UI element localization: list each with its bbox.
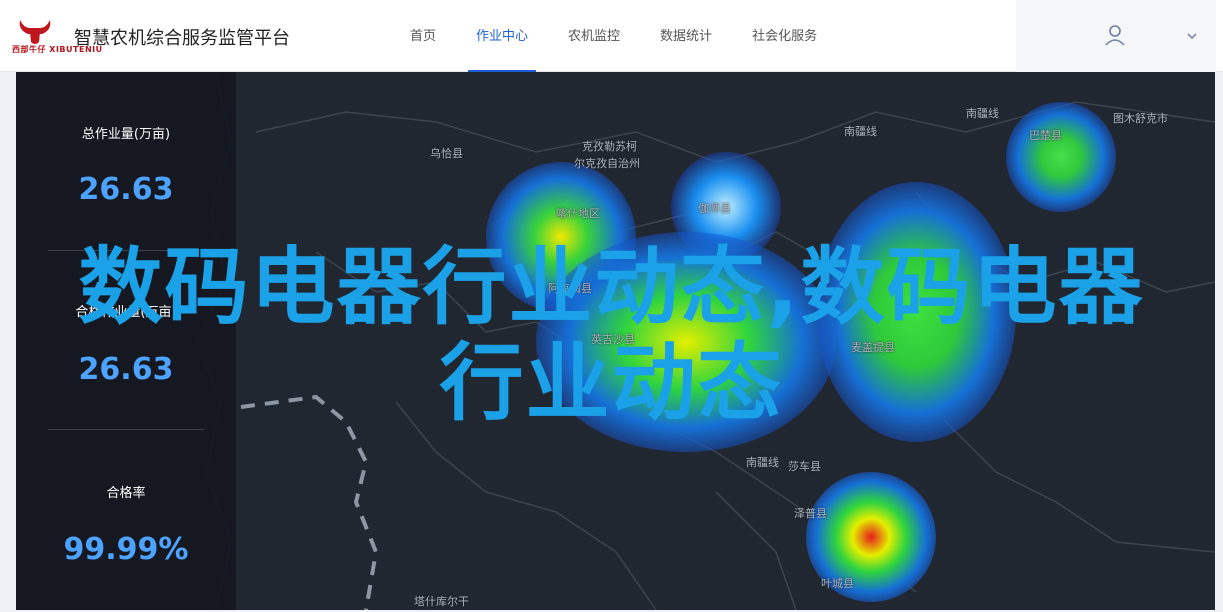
- total-work-value: 26.63: [78, 172, 174, 207]
- map-label-shache: 莎车县: [788, 460, 821, 473]
- pass-rate-value: 99.99%: [63, 532, 189, 567]
- map-label-tumushuke: 图木舒克市: [1113, 112, 1168, 125]
- map-label-bachu: 巴楚县: [1029, 129, 1062, 142]
- map-label-kezhou2: 尔克孜自治州: [574, 157, 640, 170]
- nav-machinery-monitor[interactable]: 农机监控: [548, 0, 640, 72]
- user-icon[interactable]: [1104, 24, 1126, 46]
- nav-home[interactable]: 首页: [390, 0, 456, 72]
- main-nav: 首页 作业中心 农机监控 数据统计 社会化服务: [390, 0, 837, 72]
- nav-social-service[interactable]: 社会化服务: [732, 0, 837, 72]
- nav-statistics[interactable]: 数据统计: [640, 0, 732, 72]
- top-header: 西部牛仔 XIBUTENIU 智慧农机综合服务监管平台 首页 作业中心 农机监控…: [0, 0, 1223, 72]
- overlay-headline-line2: 行业动态: [439, 334, 784, 432]
- map-label-kashi: 喀什地区: [556, 207, 600, 220]
- chevron-down-icon[interactable]: [1186, 30, 1198, 42]
- pass-rate-label: 合格率: [106, 486, 146, 501]
- map-label-kezhou: 克孜勒苏柯: [582, 140, 637, 153]
- map-label-nanjiang-2: 南疆线: [966, 107, 999, 120]
- map-label-zepu: 泽普县: [794, 507, 827, 520]
- map-label-wuqia: 乌恰县: [430, 147, 463, 160]
- total-work-label: 总作业量(万亩): [81, 127, 171, 142]
- app-title: 智慧农机综合服务监管平台: [74, 28, 290, 49]
- map-label-tashikuergan: 塔什库尔干: [414, 595, 469, 608]
- map-label-nanjiang-3: 南疆线: [746, 456, 779, 469]
- map-label-yecheng: 叶城县: [821, 577, 854, 590]
- user-menu[interactable]: [1016, 0, 1216, 72]
- nav-work-center[interactable]: 作业中心: [456, 0, 548, 72]
- map-label-jiashi: 伽师县: [698, 202, 731, 215]
- heat-spot-tumushuke[interactable]: [1006, 102, 1116, 212]
- map-label-nanjiang: 南疆线: [844, 125, 877, 138]
